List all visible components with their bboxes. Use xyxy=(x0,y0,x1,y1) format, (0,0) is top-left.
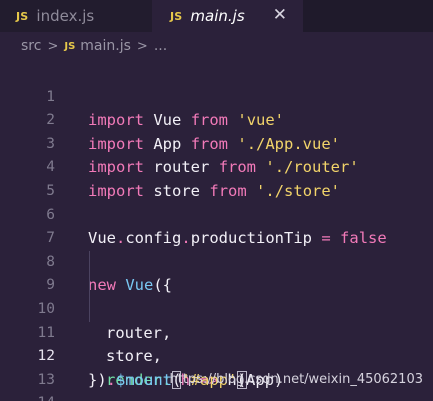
code-editor: JS index.js JS main.js ✕ src > JS main.j… xyxy=(0,0,433,401)
breadcrumb-folder[interactable]: src xyxy=(21,38,41,54)
code-area[interactable]: 1 import Vue from 'vue' 2 import App fro… xyxy=(0,62,433,401)
code-line: 9 router, xyxy=(0,250,433,342)
code-line: 4 import store from './store' xyxy=(0,133,433,200)
code-line: 7 xyxy=(0,204,433,246)
tab-main-js[interactable]: JS main.js ✕ xyxy=(152,0,303,32)
chevron-right-icon: > xyxy=(136,38,148,54)
indent-guide xyxy=(89,297,90,322)
close-icon[interactable]: ✕ xyxy=(273,5,287,25)
tab-bar: JS index.js JS main.js ✕ xyxy=(0,0,433,32)
watermark: https://blog.csdn.net/weixin_45062103 xyxy=(169,372,423,387)
javascript-file-icon: JS xyxy=(64,40,76,52)
code-line: 5 xyxy=(0,156,433,199)
code-line: 3 import router from './router' xyxy=(0,109,433,177)
code-line: 2 import App from './App.vue' xyxy=(0,86,433,153)
code-line: 13 xyxy=(0,345,433,388)
chevron-right-icon: > xyxy=(47,38,59,54)
code-line: 12 }).$mount('#app') xyxy=(0,322,433,389)
code-line: 11 render: h => h(App) xyxy=(0,297,433,389)
code-line: 6 Vue.config.productionTip = false xyxy=(0,180,433,248)
breadcrumb: src > JS main.js > ... xyxy=(0,32,433,60)
javascript-file-icon: JS xyxy=(170,9,183,23)
javascript-file-icon: JS xyxy=(16,9,29,23)
code-line: 10 store, xyxy=(0,274,433,365)
breadcrumb-file[interactable]: main.js xyxy=(80,38,131,54)
line-number: 14 xyxy=(0,392,55,401)
code-line: 8 new Vue({ xyxy=(0,227,433,295)
tab-index-js[interactable]: JS index.js xyxy=(0,0,152,32)
code-line: 1 import Vue from 'vue' xyxy=(0,62,433,130)
tab-label: index.js xyxy=(36,7,95,25)
tab-label: main.js xyxy=(190,7,245,25)
indent-guide xyxy=(89,274,90,298)
indent-guide xyxy=(89,250,90,275)
breadcrumb-symbol[interactable]: ... xyxy=(154,38,167,54)
